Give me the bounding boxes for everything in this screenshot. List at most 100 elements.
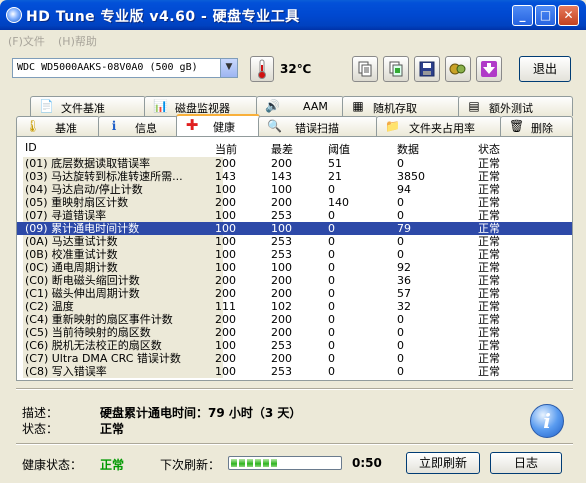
tab-error-scan[interactable]: 🔍 错误扫描 [258,116,378,136]
cell-status: 正常 [478,209,500,222]
table-row[interactable]: (01) 底层数据读取错误率 200 200 51 0 正常 [17,157,572,170]
next-refresh-label: 下次刷新： [160,458,221,472]
cell-worst: 253 [271,339,292,352]
menu-help[interactable]: (H)帮助 [58,33,97,49]
cell-id: (C8) 写入错误率 [25,365,107,378]
table-row[interactable]: (C8) 写入错误率 100 253 0 0 正常 [17,365,572,378]
cell-id: (05) 重映射扇区计数 [25,196,129,209]
chevron-down-icon[interactable]: ▼ [220,59,237,77]
download-icon[interactable] [476,56,502,82]
log-button[interactable]: 日志 [490,452,562,474]
cell-id: (0B) 校准重试计数 [25,248,118,261]
close-button[interactable]: ✕ [558,5,579,26]
cell-current: 100 [215,248,236,261]
info-bubble-icon[interactable]: i [530,404,564,438]
window-title: HD Tune 专业版 v4.60 - 硬盘专业工具 [26,9,300,25]
tab-random-access[interactable]: ▦ 随机存取 [342,96,460,116]
drive-select-value: WDC WD5000AAKS-08V0A0 (500 gB) [17,62,198,73]
exit-button[interactable]: 退出 [519,56,571,82]
cell-worst: 253 [271,235,292,248]
refresh-now-button[interactable]: 立即刷新 [406,452,480,474]
cell-status: 正常 [478,313,500,326]
tab-aam[interactable]: 🔊 AAM [256,96,344,116]
table-row[interactable]: (C1) 磁头伸出周期计数 200 200 0 57 正常 [17,287,572,300]
tab-benchmark[interactable]: 🌡 基准 [16,116,100,136]
table-row[interactable]: (C7) Ultra DMA CRC 错误计数 200 200 0 0 正常 [17,352,572,365]
cell-data: 94 [397,183,411,196]
cell-status: 正常 [478,300,500,313]
cell-current: 200 [215,274,236,287]
tab-folder-usage[interactable]: 📁 文件夹占用率 [376,116,502,136]
copy-screenshot-button[interactable] [383,56,409,82]
cell-threshold: 140 [328,196,349,209]
cell-worst: 200 [271,313,292,326]
header-status[interactable]: 状态 [478,141,500,157]
cell-id: (0C) 通电周期计数 [25,261,118,274]
cell-data: 0 [397,157,404,170]
cell-data: 0 [397,235,404,248]
table-row[interactable]: (0C) 通电周期计数 100 100 0 92 正常 [17,261,572,274]
tab-extra-tests[interactable]: ▤ 额外测试 [458,96,573,116]
tab-file-benchmark[interactable]: 📄 文件基准 [30,96,146,116]
tab-health[interactable]: ✚ 健康 [176,114,260,136]
options-icon[interactable] [445,56,471,82]
cell-id: (C6) 脱机无法校正的扇区数 [25,339,162,352]
cell-worst: 200 [271,274,292,287]
cell-current: 200 [215,352,236,365]
cell-threshold: 0 [328,183,335,196]
table-row[interactable]: (0B) 校准重试计数 100 253 0 0 正常 [17,248,572,261]
table-row[interactable]: (05) 重映射扇区计数 200 200 140 0 正常 [17,196,572,209]
description-value: 硬盘累计通电时间：79 小时（3 天） [100,406,302,420]
cell-status: 正常 [478,222,500,235]
progress-segment [239,459,245,467]
table-row[interactable]: (C4) 重新映射的扇区事件计数 200 200 0 0 正常 [17,313,572,326]
header-id[interactable]: ID [25,141,37,154]
tab-erase[interactable]: 🗑 删除 [500,116,573,136]
cell-status: 正常 [478,287,500,300]
title-bar: HD Tune 专业版 v4.60 - 硬盘专业工具 _ □ ✕ [0,0,586,30]
extra-tests-icon: ▤ [468,99,480,113]
table-row[interactable]: (C0) 断电磁头缩回计数 200 200 0 36 正常 [17,274,572,287]
table-row[interactable]: (03) 马达旋转到标准转速所需... 143 143 21 3850 正常 [17,170,572,183]
info-icon: i [111,119,117,133]
copy-text-button[interactable] [352,56,378,82]
cell-threshold: 0 [328,222,335,235]
table-row[interactable]: (0A) 马达重试计数 100 253 0 0 正常 [17,235,572,248]
drive-select[interactable]: WDC WD5000AAKS-08V0A0 (500 gB) ▼ [12,58,238,78]
table-row[interactable]: (09) 累计通电时间计数 100 100 0 79 正常 [17,222,572,235]
cell-threshold: 51 [328,157,342,170]
header-worst[interactable]: 最差 [271,141,293,157]
cell-status: 正常 [478,339,500,352]
header-data[interactable]: 数据 [397,141,419,157]
menu-bar: (F)文件 (H)帮助 [0,30,586,50]
tab-info[interactable]: i 信息 [98,116,178,136]
minimize-button[interactable]: _ [512,5,533,26]
cell-threshold: 0 [328,248,335,261]
table-row[interactable]: (C5) 当前待映射的扇区数 200 200 0 0 正常 [17,326,572,339]
erase-icon: 🗑 [509,119,525,133]
save-icon[interactable] [414,56,440,82]
toolbar: WDC WD5000AAKS-08V0A0 (500 gB) ▼ 32℃ 退出 [0,50,586,90]
cell-worst: 100 [271,183,292,196]
cell-current: 100 [215,365,236,378]
table-row[interactable]: (07) 寻道错误率 100 253 0 0 正常 [17,209,572,222]
app-icon [6,7,22,23]
tab-disk-monitor[interactable]: 📊 磁盘监视器 [144,96,258,116]
maximize-button[interactable]: □ [535,5,556,26]
menu-file[interactable]: (F)文件 [8,33,45,49]
progress-segment [255,459,261,467]
header-threshold[interactable]: 阈值 [328,141,350,157]
cell-threshold: 0 [328,300,335,313]
cell-threshold: 0 [328,235,335,248]
refresh-progress-bar [228,456,342,470]
cell-status: 正常 [478,352,500,365]
table-row[interactable]: (04) 马达启动/停止计数 100 100 0 94 正常 [17,183,572,196]
table-row[interactable]: (C6) 脱机无法校正的扇区数 100 253 0 0 正常 [17,339,572,352]
status-label: 状态： [22,422,59,436]
cell-current: 100 [215,222,236,235]
cell-worst: 200 [271,157,292,170]
table-row[interactable]: (C2) 温度 111 102 0 32 正常 [17,300,572,313]
cell-worst: 100 [271,222,292,235]
cell-threshold: 0 [328,313,335,326]
header-current[interactable]: 当前 [215,141,237,157]
